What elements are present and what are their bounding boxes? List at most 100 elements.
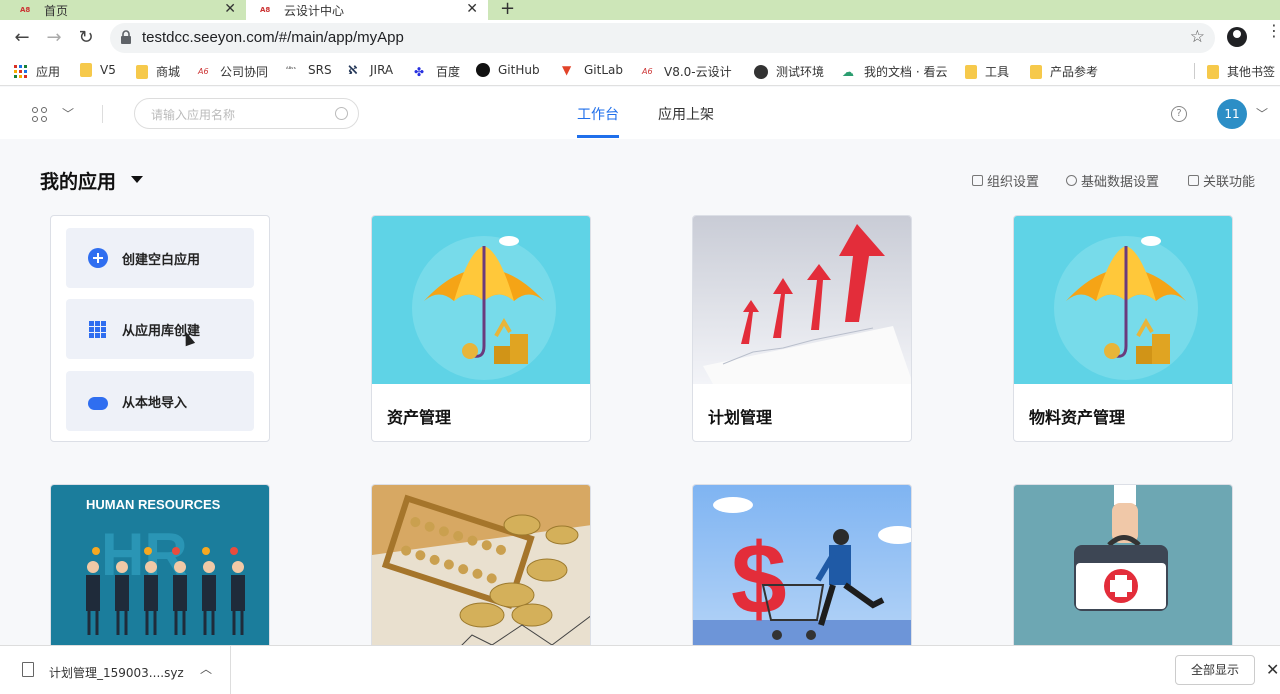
app-card-abacus[interactable] (371, 484, 591, 654)
bookmark-test-env[interactable]: 测试环境 (754, 63, 824, 80)
app-card-human-resources[interactable]: HR HUMAN RESOURCES (50, 484, 270, 654)
bookmark-v5[interactable]: V5 (80, 63, 116, 77)
folder-icon (136, 64, 148, 79)
link-label: 组织设置 (987, 175, 1040, 190)
image-caption: HUMAN RESOURCES (86, 497, 221, 512)
bookmark-label: 应用 (36, 65, 61, 79)
lock-icon (121, 30, 131, 44)
divider (102, 105, 103, 123)
new-tab-icon[interactable]: + (500, 0, 515, 19)
link-label: 基础数据设置 (1081, 175, 1160, 190)
button-label: 从本地导入 (122, 395, 188, 411)
avatar[interactable]: 11 (1217, 99, 1247, 129)
bookmark-label: JIRA (370, 63, 394, 77)
app-card-material-asset-management[interactable]: 物料资产管理 (1013, 215, 1233, 442)
umbrella-coins-image (372, 216, 590, 384)
help-icon[interactable]: ? (1171, 106, 1187, 122)
bookmark-label: 产品参考 (1050, 65, 1099, 79)
back-arrow-icon[interactable]: ← (12, 28, 32, 48)
create-app-card: 创建空白应用 从应用库创建 从本地导入 (50, 215, 270, 442)
browser-menu-icon[interactable]: ⋮ (1266, 23, 1280, 39)
address-bar: ← → ↻ testdcc.seeyon.com/#/main/app/myAp… (0, 20, 1280, 56)
url-text: testdcc.seeyon.com/#/main/app/myApp (142, 29, 404, 46)
bookmark-label: 百度 (436, 65, 461, 79)
plus-circle-icon (88, 248, 108, 268)
chevron-down-icon[interactable]: ﹀ (1256, 105, 1268, 122)
folder-icon (1030, 64, 1042, 79)
github-icon (476, 63, 490, 77)
gitlab-icon: ▼ (562, 63, 572, 77)
bookmark-github[interactable]: GitHub (476, 63, 540, 77)
apps-grid-icon (14, 64, 27, 78)
a8-icon: ᴬᴮᵛˢ (286, 66, 296, 73)
bookmark-tools[interactable]: 工具 (965, 63, 1009, 80)
browser-tab-cloud-design[interactable]: A8 云设计中心 ✕ (246, 0, 488, 20)
tab-app-listing[interactable]: 应用上架 (658, 104, 714, 124)
url-field[interactable]: testdcc.seeyon.com/#/main/app/myApp ☆ (110, 23, 1215, 53)
create-blank-app-button[interactable]: 创建空白应用 (66, 228, 254, 288)
chevron-down-icon[interactable]: ﹀ (62, 105, 74, 122)
app-card-asset-management[interactable]: 资产管理 (371, 215, 591, 442)
base-data-settings-link[interactable]: 基础数据设置 (1066, 171, 1159, 190)
jira-icon: ℵ (348, 63, 358, 77)
download-filename[interactable]: 计划管理_159003....syz (49, 664, 184, 681)
bookmark-mall[interactable]: 商城 (136, 63, 180, 80)
bookmark-star-icon[interactable]: ☆ (1190, 27, 1205, 47)
bookmark-company-collab[interactable]: A6 公司协同 (198, 63, 268, 80)
forward-arrow-icon[interactable]: → (44, 28, 64, 48)
bookmark-label: 测试环境 (776, 65, 825, 79)
create-from-library-button[interactable]: 从应用库创建 (66, 299, 254, 359)
bookmark-srs[interactable]: ᴬᴮᵛˢ SRS (286, 63, 332, 77)
page-title: 我的应用 (40, 171, 117, 193)
import-local-button[interactable]: 从本地导入 (66, 371, 254, 431)
globe-icon (754, 64, 768, 79)
bookmark-apps[interactable]: 应用 (14, 63, 60, 80)
browser-tab-home[interactable]: A8 首页 ✕ (0, 0, 246, 20)
dollar-cart-image: $ (693, 485, 911, 654)
related-functions-link[interactable]: 关联功能 (1188, 171, 1255, 190)
bookmark-gitlab[interactable]: ▼ GitLab (562, 63, 623, 77)
tab-label: 云设计中心 (284, 3, 345, 18)
profile-icon[interactable] (1227, 27, 1247, 47)
seeyon-logo-icon: A8 (260, 6, 271, 14)
app-card-plan-management[interactable]: 计划管理 (692, 215, 912, 442)
browser-tabstrip: A8 首页 ✕ A8 云设计中心 ✕ + (0, 0, 1280, 20)
bookmark-v8[interactable]: A6 V8.0-云设计 (642, 63, 732, 80)
app-card-dollar-cart[interactable]: $ (692, 484, 912, 654)
bookmark-label: 我的文档 · 看云 (864, 65, 948, 79)
close-tab-icon[interactable]: ✕ (224, 1, 236, 17)
bookmark-jira[interactable]: ℵ JIRA (348, 63, 393, 77)
app-switcher-icon[interactable] (32, 107, 48, 123)
show-all-downloads-button[interactable]: 全部显示 (1175, 655, 1255, 685)
umbrella-coins-image (1014, 216, 1232, 384)
app-name: 资产管理 (387, 408, 452, 427)
app-card-first-aid[interactable] (1013, 484, 1233, 654)
red-arrows-chart-image (693, 216, 911, 384)
chevron-up-icon[interactable]: ︿ (200, 660, 212, 677)
bookmark-label: 工具 (985, 65, 1010, 79)
search-icon[interactable] (335, 107, 348, 120)
bookmark-other[interactable]: 其他书签 (1207, 63, 1275, 80)
tab-workbench[interactable]: 工作台 (577, 104, 619, 124)
kancloud-icon: ☁ (842, 64, 854, 79)
bookmarks-divider (1194, 63, 1195, 79)
human-resources-image: HR HUMAN RESOURCES (51, 485, 269, 654)
divider (230, 646, 231, 694)
bookmark-baidu[interactable]: ✤ 百度 (414, 63, 460, 80)
reload-icon[interactable]: ↻ (76, 28, 96, 48)
app-header: ﹀ 请输入应用名称 工作台 应用上架 ? 11 ﹀ (0, 87, 1280, 139)
folder-icon (965, 64, 977, 79)
close-icon[interactable]: ✕ (1266, 660, 1279, 679)
bookmark-product-ref[interactable]: 产品参考 (1030, 63, 1098, 80)
folder-icon (80, 63, 92, 77)
caret-down-icon[interactable] (131, 176, 143, 183)
org-icon (972, 175, 983, 186)
close-tab-icon[interactable]: ✕ (466, 1, 478, 17)
a8-icon: A6 (642, 66, 653, 76)
bookmark-label: 商城 (156, 65, 181, 79)
org-settings-link[interactable]: 组织设置 (972, 171, 1039, 190)
bookmark-kancloud[interactable]: ☁ 我的文档 · 看云 (842, 63, 947, 80)
bookmark-label: V8.0-云设计 (664, 65, 732, 79)
search-input[interactable]: 请输入应用名称 (134, 98, 359, 129)
active-tab-indicator (577, 135, 619, 138)
